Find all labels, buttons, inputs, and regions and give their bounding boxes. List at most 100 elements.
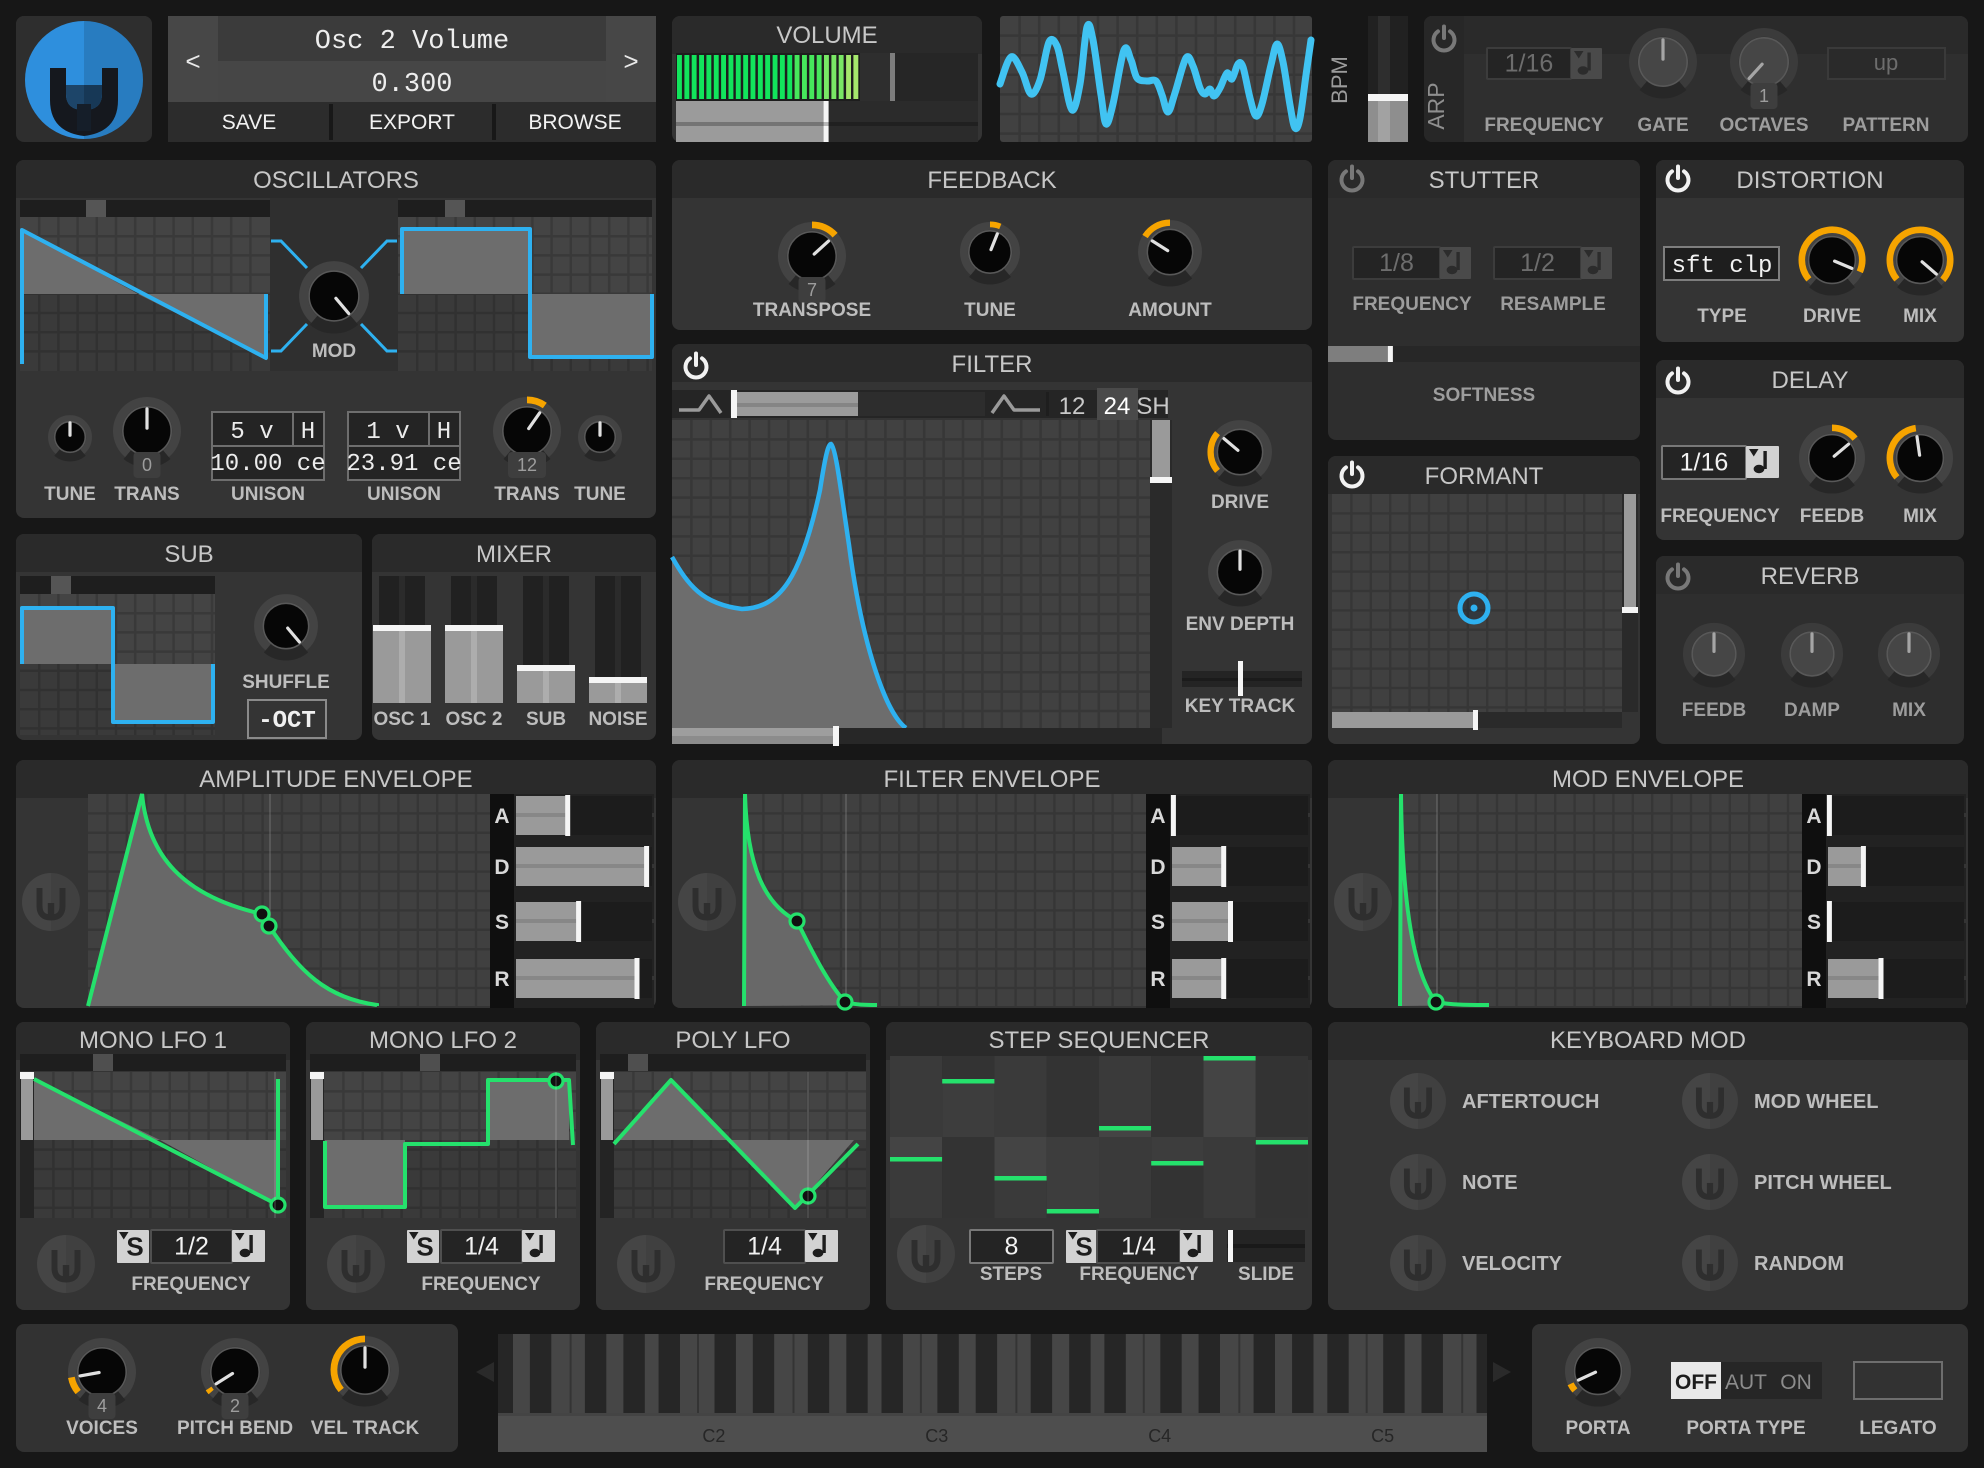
svg-text:FILTER ENVELOPE: FILTER ENVELOPE <box>884 766 1101 793</box>
svg-text:>: > <box>623 48 639 78</box>
svg-text:FREQUENCY: FREQUENCY <box>1079 1264 1199 1285</box>
svg-text:SH: SH <box>1136 393 1169 420</box>
svg-text:STEP SEQUENCER: STEP SEQUENCER <box>989 1027 1210 1054</box>
svg-text:RESAMPLE: RESAMPLE <box>1500 294 1606 315</box>
svg-text:12: 12 <box>517 455 537 475</box>
svg-text:Osc 2 Volume: Osc 2 Volume <box>315 27 509 57</box>
svg-text:MIX: MIX <box>1903 306 1937 327</box>
svg-text:DAMP: DAMP <box>1784 700 1840 721</box>
svg-text:12: 12 <box>1059 393 1086 420</box>
svg-text:C5: C5 <box>1371 1426 1394 1446</box>
svg-text:VEL TRACK: VEL TRACK <box>311 1418 420 1439</box>
svg-text:BPM: BPM <box>1327 56 1352 104</box>
svg-text:MIX: MIX <box>1903 506 1937 527</box>
svg-text:SAVE: SAVE <box>222 111 276 134</box>
svg-text:1/4: 1/4 <box>1121 1233 1156 1261</box>
svg-text:GATE: GATE <box>1637 115 1688 136</box>
svg-text:H: H <box>301 419 315 446</box>
svg-text:PITCH BEND: PITCH BEND <box>177 1418 293 1439</box>
svg-text:7: 7 <box>807 280 817 300</box>
svg-text:EXPORT: EXPORT <box>369 111 455 134</box>
svg-text:STEPS: STEPS <box>980 1264 1042 1285</box>
svg-text:KEYBOARD MOD: KEYBOARD MOD <box>1550 1027 1746 1054</box>
svg-text:VELOCITY: VELOCITY <box>1462 1253 1563 1275</box>
svg-text:OSCILLATORS: OSCILLATORS <box>253 167 419 194</box>
svg-text:S: S <box>126 1232 143 1262</box>
svg-text:C3: C3 <box>925 1426 948 1446</box>
svg-text:UNISON: UNISON <box>367 484 441 505</box>
svg-text:R: R <box>1806 968 1821 991</box>
svg-text:DELAY: DELAY <box>1772 367 1849 394</box>
svg-text:MONO LFO 2: MONO LFO 2 <box>369 1027 517 1054</box>
svg-text:TRANS: TRANS <box>114 484 179 505</box>
svg-text:S: S <box>416 1232 433 1262</box>
svg-text:R: R <box>1150 968 1165 991</box>
svg-text:1/4: 1/4 <box>747 1233 782 1261</box>
svg-text:SOFTNESS: SOFTNESS <box>1433 385 1535 406</box>
svg-text:C2: C2 <box>702 1426 725 1446</box>
svg-text:PORTA: PORTA <box>1565 1418 1630 1439</box>
svg-text:4: 4 <box>97 1396 107 1416</box>
svg-text:PORTA TYPE: PORTA TYPE <box>1686 1418 1805 1439</box>
svg-text:FEEDB: FEEDB <box>1682 700 1746 721</box>
svg-text:FILTER: FILTER <box>952 351 1033 378</box>
svg-text:MIXER: MIXER <box>476 541 552 568</box>
svg-text:SUB: SUB <box>526 709 566 730</box>
svg-text:POLY LFO: POLY LFO <box>675 1027 790 1054</box>
svg-text:TUNE: TUNE <box>44 484 96 505</box>
svg-text:FREQUENCY: FREQUENCY <box>1484 115 1604 136</box>
svg-text:SUB: SUB <box>164 541 213 568</box>
svg-text:OSC 1: OSC 1 <box>373 709 430 730</box>
svg-text:FEEDBACK: FEEDBACK <box>927 167 1056 194</box>
svg-text:5 v: 5 v <box>230 419 273 446</box>
svg-text:R: R <box>494 968 509 991</box>
svg-text:AMOUNT: AMOUNT <box>1128 300 1212 321</box>
svg-text:BROWSE: BROWSE <box>528 111 621 134</box>
svg-text:MOD: MOD <box>312 341 356 362</box>
svg-text:FREQUENCY: FREQUENCY <box>1352 294 1472 315</box>
svg-text:S: S <box>1151 911 1165 934</box>
svg-text:1 v: 1 v <box>366 419 409 446</box>
svg-text:2: 2 <box>230 1396 240 1416</box>
svg-text:PATTERN: PATTERN <box>1843 115 1930 136</box>
svg-text:1/2: 1/2 <box>1520 249 1555 277</box>
svg-text:S: S <box>1807 911 1821 934</box>
svg-text:MOD WHEEL: MOD WHEEL <box>1754 1091 1878 1113</box>
svg-text:D: D <box>1150 856 1165 879</box>
svg-text:TUNE: TUNE <box>964 300 1016 321</box>
svg-text:MONO LFO 1: MONO LFO 1 <box>79 1027 227 1054</box>
svg-text:1/4: 1/4 <box>464 1233 499 1261</box>
svg-text:1/8: 1/8 <box>1379 249 1414 277</box>
svg-text:OFF: OFF <box>1675 1371 1717 1394</box>
svg-text:10.00 ce: 10.00 ce <box>210 451 325 478</box>
svg-text:FEEDB: FEEDB <box>1800 506 1864 527</box>
svg-text:24: 24 <box>1104 393 1131 420</box>
svg-text:MIX: MIX <box>1892 700 1926 721</box>
svg-text:H: H <box>437 419 451 446</box>
svg-text:S: S <box>1075 1232 1092 1262</box>
svg-text:NOTE: NOTE <box>1462 1172 1518 1194</box>
svg-text:TRANSPOSE: TRANSPOSE <box>753 300 871 321</box>
svg-text:NOISE: NOISE <box>588 709 647 730</box>
svg-text:AMPLITUDE ENVELOPE: AMPLITUDE ENVELOPE <box>199 766 472 793</box>
svg-text:8: 8 <box>1005 1233 1019 1261</box>
svg-text:A: A <box>494 805 509 828</box>
svg-text:1/16: 1/16 <box>1505 50 1554 78</box>
svg-text:TRANS: TRANS <box>494 484 559 505</box>
svg-text:DRIVE: DRIVE <box>1211 492 1269 513</box>
svg-text:D: D <box>1806 856 1821 879</box>
svg-text:DISTORTION: DISTORTION <box>1736 167 1883 194</box>
svg-text:1/16: 1/16 <box>1680 449 1729 477</box>
svg-text:FORMANT: FORMANT <box>1425 463 1544 490</box>
svg-text:VOICES: VOICES <box>66 1418 138 1439</box>
svg-text:C4: C4 <box>1148 1426 1171 1446</box>
svg-text:1: 1 <box>1759 86 1769 106</box>
svg-text:OCTAVES: OCTAVES <box>1719 115 1808 136</box>
svg-text:OSC 2: OSC 2 <box>445 709 502 730</box>
svg-text:RANDOM: RANDOM <box>1754 1253 1844 1275</box>
svg-text:SHUFFLE: SHUFFLE <box>242 672 330 693</box>
svg-text:FREQUENCY: FREQUENCY <box>421 1274 541 1295</box>
svg-text:0.300: 0.300 <box>371 70 452 100</box>
svg-text:FREQUENCY: FREQUENCY <box>704 1274 824 1295</box>
svg-text:VOLUME: VOLUME <box>776 22 877 49</box>
